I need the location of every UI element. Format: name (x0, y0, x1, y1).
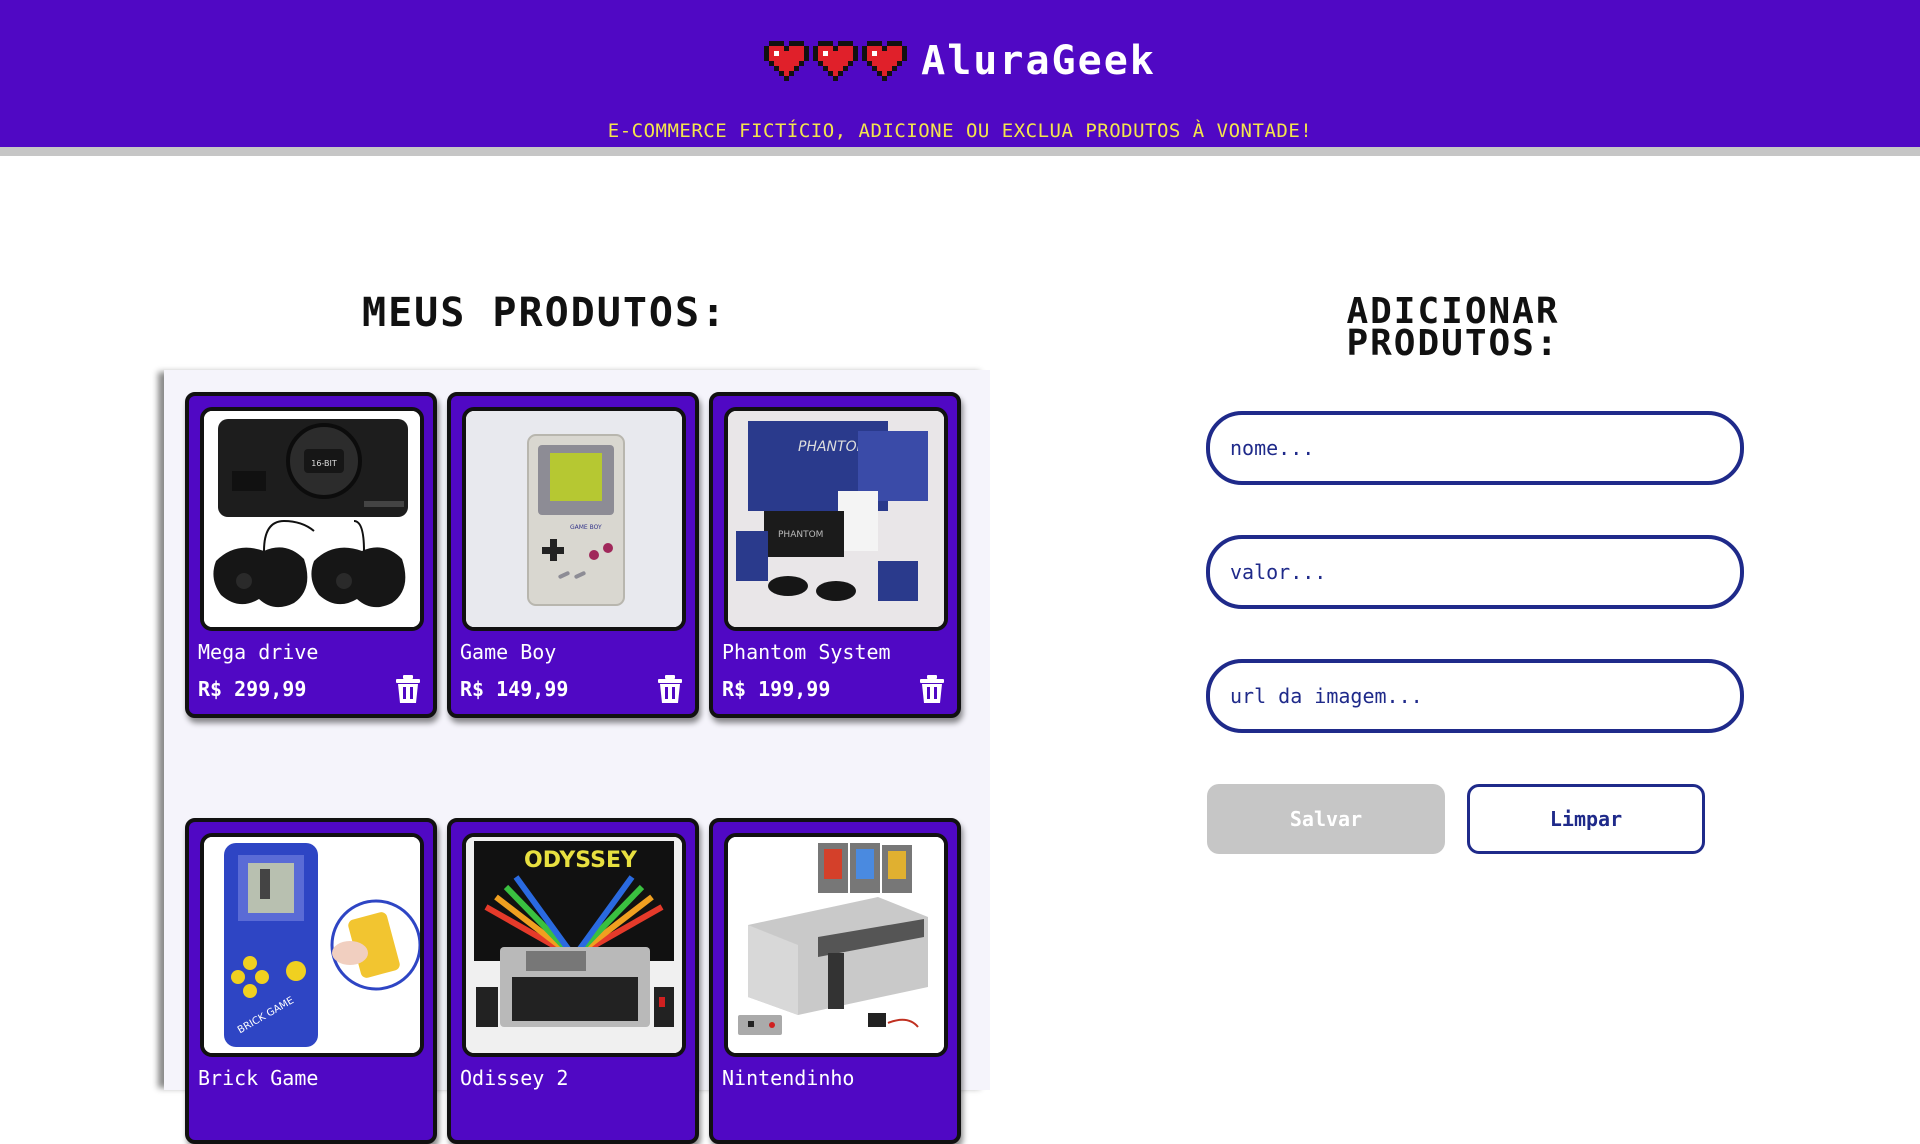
product-name-input[interactable] (1206, 411, 1744, 485)
clear-button[interactable]: Limpar (1467, 784, 1705, 854)
product-price: R$ 199,99 (722, 677, 831, 701)
svg-text:GAME BOY: GAME BOY (570, 524, 602, 531)
trash-icon[interactable] (395, 675, 421, 703)
products-section-title: MEUS PRODUTOS: (362, 290, 728, 336)
product-card: PHANTOM PHANTOM Phantom System R$ 199,99 (709, 392, 961, 718)
product-name: Mega drive (198, 640, 319, 664)
svg-text:PHANTOM: PHANTOM (778, 530, 823, 540)
svg-text:16-BIT: 16-BIT (311, 459, 337, 468)
product-card: BRICK GAME Brick Game (185, 818, 437, 1144)
heart-icon (813, 41, 859, 81)
product-image-url-input[interactable] (1206, 659, 1744, 733)
product-image: ODYSSEY (462, 833, 686, 1057)
add-products-title: ADICIONAR PRODUTOS: (1346, 291, 1560, 364)
product-name: Odissey 2 (460, 1066, 569, 1090)
product-price: R$ 149,99 (460, 677, 569, 701)
trash-icon[interactable] (919, 675, 945, 703)
product-image: GAME BOY (462, 407, 686, 631)
tagline: E-COMMERCE FICTÍCIO, ADICIONE OU EXCLUA … (607, 120, 1313, 142)
trash-icon[interactable] (657, 675, 683, 703)
product-image: 16-BIT (200, 407, 424, 631)
products-panel: 16-BIT Mega drive R$ 299,99 GAME BOY Gam… (164, 370, 990, 1144)
product-card: Nintendinho (709, 818, 961, 1144)
product-image: PHANTOM PHANTOM (724, 407, 948, 631)
heart-icon (764, 41, 810, 81)
product-price: R$ 299,99 (198, 677, 307, 701)
product-card: 16-BIT Mega drive R$ 299,99 (185, 392, 437, 718)
product-value-input[interactable] (1206, 535, 1744, 609)
product-card: GAME BOY Game Boy R$ 149,99 (447, 392, 699, 718)
heart-icon (862, 41, 908, 81)
hearts-logo (764, 40, 908, 82)
product-name: Nintendinho (722, 1066, 855, 1090)
svg-text:ODYSSEY: ODYSSEY (524, 848, 638, 873)
product-name: Phantom System (722, 640, 891, 664)
brand-name: AluraGeek (921, 38, 1156, 84)
product-name: Brick Game (198, 1066, 319, 1090)
save-button[interactable]: Salvar (1207, 784, 1445, 854)
product-card: ODYSSEY Odissey 2 (447, 818, 699, 1144)
product-image (724, 833, 948, 1057)
site-header: AluraGeek E-COMMERCE FICTÍCIO, ADICIONE … (0, 0, 1920, 156)
product-image: BRICK GAME (200, 833, 424, 1057)
brand[interactable]: AluraGeek (0, 38, 1920, 84)
product-name: Game Boy (460, 640, 557, 664)
